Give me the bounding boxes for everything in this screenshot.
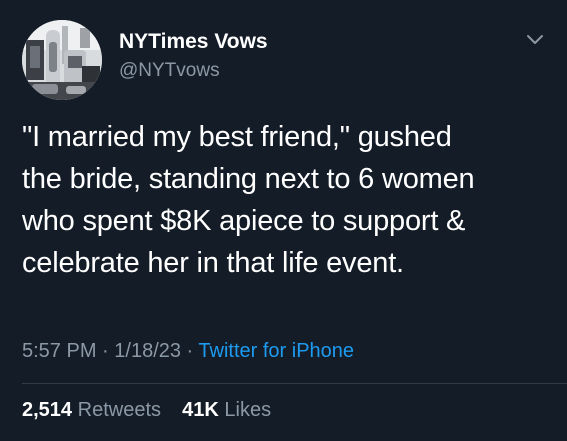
- author-display-name[interactable]: NYTimes Vows: [119, 30, 268, 54]
- retweets-label: Retweets: [77, 399, 161, 421]
- tweet-time[interactable]: 5:57 PM: [22, 340, 96, 362]
- likes-stat[interactable]: 41K Likes: [177, 399, 272, 421]
- tweet-text-line: who spent $8K apiece to support &: [22, 205, 466, 237]
- author-handle[interactable]: @NYTvows: [119, 60, 220, 82]
- tweet-text-line: the bride, standing next to 6 women: [22, 163, 475, 195]
- tweet-stats: 2,514 Retweets 41K Likes: [22, 399, 271, 422]
- tweet-date[interactable]: 1/18/23: [114, 340, 181, 362]
- retweets-stat[interactable]: 2,514 Retweets: [22, 399, 167, 421]
- tweet-text-line: celebrate her in that life event.: [22, 247, 404, 279]
- meta-separator: ·: [96, 340, 115, 362]
- likes-label: Likes: [224, 399, 272, 421]
- chevron-down-icon[interactable]: [524, 32, 546, 48]
- likes-count: 41K: [182, 399, 219, 421]
- tweet-text-line: "I married my best friend," gushed: [22, 121, 452, 153]
- meta-separator: ·: [181, 340, 199, 362]
- profile-photo-image: [22, 20, 102, 100]
- avatar[interactable]: [22, 20, 102, 100]
- divider: [22, 383, 567, 384]
- tweet-source-link[interactable]: Twitter for iPhone: [198, 340, 354, 362]
- tweet-card: NYTimes Vows @NYTvows "I married my best…: [0, 0, 567, 441]
- retweets-count: 2,514: [22, 399, 73, 421]
- tweet-meta: 5:57 PM · 1/18/23 · Twitter for iPhone: [22, 340, 354, 363]
- tweet-text: "I married my best friend," gushed the b…: [22, 116, 552, 284]
